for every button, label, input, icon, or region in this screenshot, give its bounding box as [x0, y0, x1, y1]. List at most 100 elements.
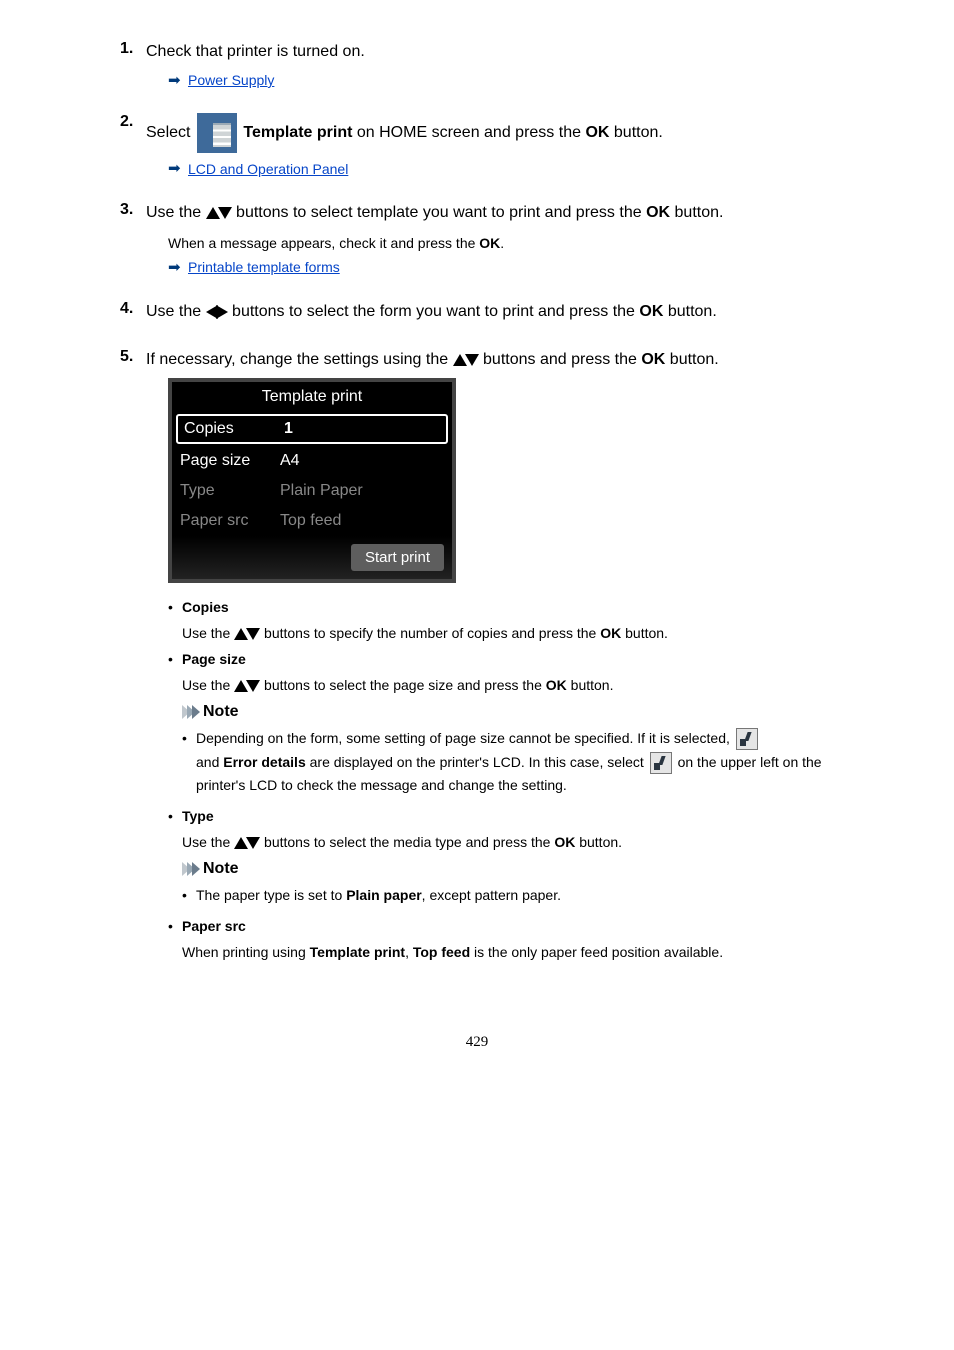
lcd-row-label: Type — [180, 482, 280, 500]
down-arrow-icon — [246, 628, 260, 640]
power-supply-link[interactable]: Power Supply — [188, 72, 274, 88]
note-header: Note — [182, 703, 834, 721]
step-5: If necessary, change the settings using … — [120, 348, 834, 960]
note-label: Note — [203, 860, 239, 878]
settings-list: Copies Use the buttons to specify the nu… — [168, 599, 834, 960]
lcd-row-label: Page size — [180, 452, 280, 470]
step-4-post2: button. — [668, 303, 717, 320]
step-4-post: buttons to select the form you want to p… — [232, 303, 639, 320]
lcd-row-label: Paper src — [180, 512, 280, 530]
copies-post2: button. — [625, 625, 668, 641]
lcd-title: Template print — [172, 382, 452, 412]
paper-src-title: Paper src — [182, 918, 246, 934]
type-post2: button. — [579, 834, 622, 850]
step-1-link-row: ➡ Power Supply — [168, 72, 274, 88]
note-text: and — [196, 754, 223, 770]
arrow-icon: ➡ — [168, 260, 184, 275]
start-print-button: Start print — [351, 544, 444, 571]
note-body: The paper type is set to Plain paper, ex… — [182, 884, 834, 908]
error-icon — [736, 728, 758, 750]
ok-label: OK — [546, 677, 567, 693]
step-3-sub: When a message appears, check it and pre… — [168, 235, 834, 251]
step-2-post: on HOME screen and press the — [357, 124, 586, 141]
right-arrow-icon — [216, 305, 228, 319]
step-3-text: Use the buttons to select template you w… — [146, 201, 834, 225]
down-arrow-icon — [465, 354, 479, 366]
lcd-row-value: A4 — [280, 452, 300, 470]
setting-copies: Copies Use the buttons to specify the nu… — [168, 599, 834, 641]
step-4-pre: Use the — [146, 303, 206, 320]
step-4-text: Use the buttons to select the form you w… — [146, 300, 834, 324]
page-size-post: buttons to select the page size and pres… — [264, 677, 546, 693]
page-size-pre: Use the — [182, 677, 234, 693]
ok-label: OK — [641, 351, 665, 368]
step-3-post: buttons to select template you want to p… — [236, 204, 646, 221]
page-size-body: Use the buttons to select the page size … — [182, 677, 834, 693]
lcd-panel: Template print Copies1Page sizeA4TypePla… — [168, 378, 456, 583]
note-body: Depending on the form, some setting of p… — [182, 727, 834, 798]
error-icon — [650, 752, 672, 774]
step-3-pre: Use the — [146, 204, 206, 221]
copies-post: buttons to specify the number of copies … — [264, 625, 600, 641]
top-feed-label: Top feed — [413, 944, 470, 960]
note-header: Note — [182, 860, 834, 878]
arrow-icon: ➡ — [168, 161, 184, 176]
copies-title: Copies — [182, 599, 229, 615]
page-size-note: Note Depending on the form, some setting… — [182, 703, 834, 798]
step-3-sub-post: . — [500, 235, 504, 251]
lcd-row: Page sizeA4 — [172, 446, 452, 476]
ok-label: OK — [585, 124, 609, 141]
lcd-row-value: Plain Paper — [280, 482, 363, 500]
ok-label: OK — [646, 204, 670, 221]
paper-src-pre: When printing using — [182, 944, 310, 960]
step-5-pre: If necessary, change the settings using … — [146, 351, 453, 368]
note-text: The paper type is set to — [196, 887, 346, 903]
arrow-icon: ➡ — [168, 73, 184, 88]
step-3-post2: button. — [675, 204, 724, 221]
step-1-text: Check that printer is turned on. — [146, 40, 834, 64]
lcd-row-value: Top feed — [280, 512, 341, 530]
setting-page-size: Page size Use the buttons to select the … — [168, 651, 834, 798]
step-5-text: If necessary, change the settings using … — [146, 348, 834, 372]
page-size-note-item: Depending on the form, some setting of p… — [182, 727, 834, 798]
note-text: are displayed on the printer's LCD. In t… — [310, 754, 648, 770]
page-size-post2: button. — [571, 677, 614, 693]
type-post: buttons to select the media type and pre… — [264, 834, 554, 850]
step-1: Check that printer is turned on. ➡ Power… — [120, 40, 834, 89]
lcd-row: Copies1 — [176, 414, 448, 444]
ok-label: OK — [639, 303, 663, 320]
template-print-label: Template print — [310, 944, 405, 960]
setting-type: Type Use the buttons to select the media… — [168, 808, 834, 908]
step-3-sub-pre: When a message appears, check it and pre… — [168, 235, 479, 251]
step-2-text: Select Template print on HOME screen and… — [146, 113, 834, 153]
lcd-operation-link[interactable]: LCD and Operation Panel — [188, 161, 348, 177]
printable-template-link[interactable]: Printable template forms — [188, 259, 340, 275]
step-3: Use the buttons to select template you w… — [120, 201, 834, 276]
page-number: 429 — [0, 1014, 954, 1071]
page-size-title: Page size — [182, 651, 246, 667]
type-note: Note The paper type is set to Plain pape… — [182, 860, 834, 908]
ok-label: OK — [554, 834, 575, 850]
step-1-body: Check that printer is turned on. — [146, 43, 365, 60]
note-chevrons-icon — [182, 705, 197, 719]
note-text: , except pattern paper. — [422, 887, 561, 903]
note-label: Note — [203, 703, 239, 721]
type-body: Use the buttons to select the media type… — [182, 834, 834, 850]
lcd-row: Paper srcTop feed — [172, 506, 452, 536]
template-print-icon — [197, 113, 237, 153]
paper-src-post: is the only paper feed position availabl… — [474, 944, 723, 960]
step-2-link-row: ➡ LCD and Operation Panel — [168, 161, 348, 177]
type-pre: Use the — [182, 834, 234, 850]
lcd-row: TypePlain Paper — [172, 476, 452, 506]
lcd-row-label: Copies — [184, 420, 284, 438]
plain-paper-label: Plain paper — [346, 887, 421, 903]
copies-pre: Use the — [182, 625, 234, 641]
step-5-post: buttons and press the — [483, 351, 641, 368]
setting-paper-src: Paper src When printing using Template p… — [168, 918, 834, 960]
step-2: Select Template print on HOME screen and… — [120, 113, 834, 178]
step-4: Use the buttons to select the form you w… — [120, 300, 834, 324]
paper-src-mid: , — [405, 944, 413, 960]
step-3-link-row: ➡ Printable template forms — [168, 259, 340, 275]
note-text: Depending on the form, some setting of p… — [196, 730, 734, 746]
step-2-bold: Template print — [243, 124, 352, 141]
